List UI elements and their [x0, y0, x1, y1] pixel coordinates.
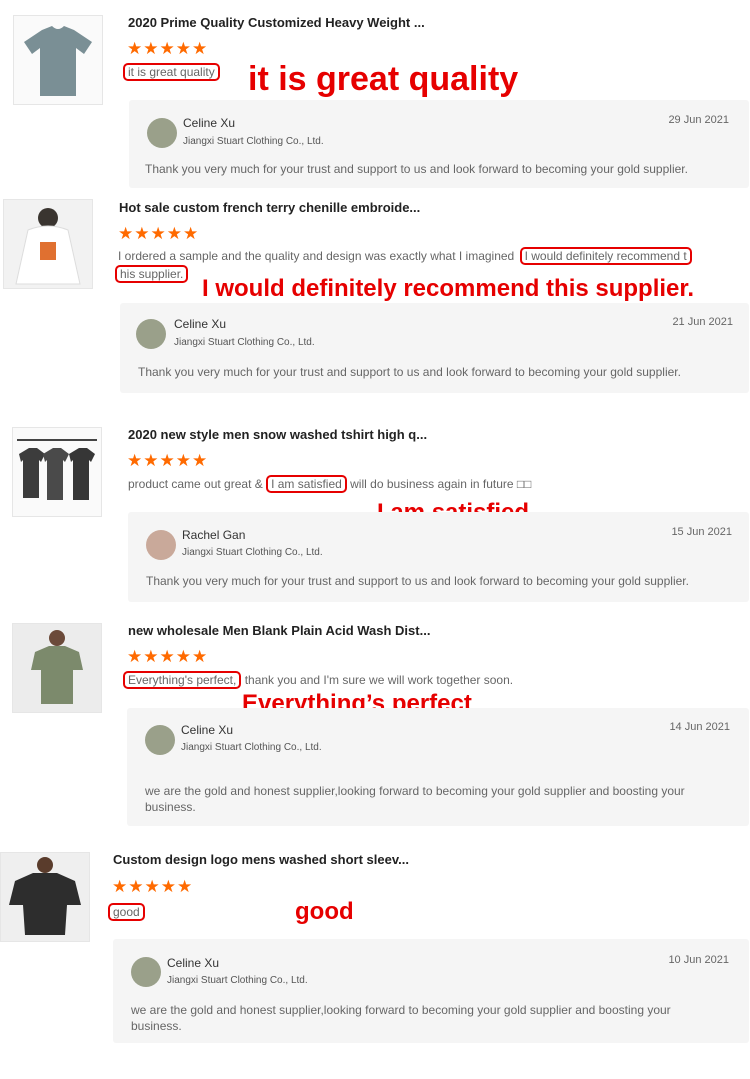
reply-company: Jiangxi Stuart Clothing Co., Ltd.	[183, 136, 324, 147]
avatar-icon	[147, 118, 177, 148]
tshirt-product-image	[13, 624, 101, 712]
supplier-reply: Celine Xu Jiangxi Stuart Clothing Co., L…	[120, 303, 749, 393]
annotation-callout: it is great quality	[248, 60, 519, 98]
reply-text: we are the gold and honest supplier,look…	[131, 1002, 671, 1034]
reply-author: Celine Xu	[181, 723, 234, 737]
hoodie-product-image	[4, 200, 92, 288]
product-title[interactable]: 2020 new style men snow washed tshirt hi…	[128, 427, 427, 442]
product-thumbnail[interactable]	[12, 427, 102, 517]
review-text-highlight: it is great quality	[123, 63, 220, 81]
reply-text-line: business.	[145, 800, 196, 814]
star-rating: ★★★★★	[127, 39, 209, 58]
supplier-reply: Celine Xu Jiangxi Stuart Clothing Co., L…	[113, 939, 749, 1043]
supplier-reply: Celine Xu Jiangxi Stuart Clothing Co., L…	[129, 100, 749, 188]
review-text-highlight: his supplier.	[115, 265, 189, 283]
review-text-highlight: Everything's perfect,	[123, 671, 242, 689]
reply-company: Jiangxi Stuart Clothing Co., Ltd.	[182, 547, 323, 558]
review-text: I ordered a sample and the quality and d…	[118, 247, 692, 265]
review-text-highlight: I would definitely recommend t	[519, 247, 692, 265]
annotation-callout: good	[295, 898, 354, 925]
review-text: Everything's perfect, thank you and I'm …	[123, 671, 514, 689]
review-text: product came out great & I am satisfied …	[128, 475, 532, 493]
reply-author: Rachel Gan	[182, 528, 246, 542]
avatar-icon	[145, 725, 175, 755]
product-thumbnail[interactable]	[0, 852, 90, 942]
review-text: it is great quality	[123, 63, 220, 81]
reply-company: Jiangxi Stuart Clothing Co., Ltd.	[174, 337, 315, 348]
product-title[interactable]: 2020 Prime Quality Customized Heavy Weig…	[128, 15, 425, 30]
reply-date: 21 Jun 2021	[672, 316, 733, 328]
star-rating: ★★★★★	[127, 647, 209, 666]
supplier-reply: Rachel Gan Jiangxi Stuart Clothing Co., …	[128, 512, 749, 602]
reply-text-line: we are the gold and honest supplier,look…	[131, 1003, 671, 1017]
reply-date: 14 Jun 2021	[669, 721, 730, 733]
supplier-reply: Celine Xu Jiangxi Stuart Clothing Co., L…	[127, 708, 749, 826]
review-text-line2: his supplier.	[115, 265, 189, 283]
product-title[interactable]: new wholesale Men Blank Plain Acid Wash …	[128, 623, 430, 638]
review-text-highlight: I am satisfied	[266, 475, 347, 493]
review-text: good	[108, 903, 145, 921]
reply-date: 15 Jun 2021	[671, 526, 732, 538]
product-thumbnail[interactable]	[12, 623, 102, 713]
avatar-icon	[146, 530, 176, 560]
star-rating: ★★★★★	[118, 224, 200, 243]
tshirt-product-image	[13, 428, 101, 516]
tshirt-product-image	[1, 853, 89, 941]
review-text-plain: I ordered a sample and the quality and d…	[118, 249, 515, 263]
annotation-callout: I would definitely recommend this suppli…	[202, 275, 695, 302]
product-title[interactable]: Custom design logo mens washed short sle…	[113, 852, 409, 867]
product-thumbnail[interactable]	[13, 15, 103, 105]
avatar-icon	[131, 957, 161, 987]
reply-text: we are the gold and honest supplier,look…	[145, 783, 685, 815]
review-text-plain: thank you and I'm sure we will work toge…	[244, 673, 514, 687]
reply-company: Jiangxi Stuart Clothing Co., Ltd.	[167, 975, 308, 986]
review-1: 2020 Prime Quality Customized Heavy Weig…	[0, 0, 750, 190]
tshirt-product-image	[14, 16, 102, 104]
review-text-highlight: good	[108, 903, 145, 921]
reply-text-line: business.	[131, 1019, 182, 1033]
review-text-plain: will do business again in future □□	[350, 477, 532, 491]
review-text-plain: product came out great &	[128, 477, 263, 491]
avatar-icon	[136, 319, 166, 349]
review-4: new wholesale Men Blank Plain Acid Wash …	[0, 615, 750, 835]
star-rating: ★★★★★	[112, 877, 194, 896]
reply-author: Celine Xu	[167, 956, 220, 970]
reply-text: Thank you very much for your trust and s…	[145, 162, 688, 176]
review-5: Custom design logo mens washed short sle…	[0, 835, 750, 1079]
reply-date: 10 Jun 2021	[668, 954, 729, 966]
reply-text: Thank you very much for your trust and s…	[138, 365, 681, 379]
review-3: 2020 new style men snow washed tshirt hi…	[0, 405, 750, 615]
product-thumbnail[interactable]	[3, 199, 93, 289]
reply-author: Celine Xu	[174, 317, 227, 331]
reply-author: Celine Xu	[183, 116, 236, 130]
product-title[interactable]: Hot sale custom french terry chenille em…	[119, 200, 420, 215]
reply-company: Jiangxi Stuart Clothing Co., Ltd.	[181, 742, 322, 753]
reply-text: Thank you very much for your trust and s…	[146, 574, 689, 588]
reply-text-line: we are the gold and honest supplier,look…	[145, 784, 685, 798]
star-rating: ★★★★★	[127, 451, 209, 470]
review-2: Hot sale custom french terry chenille em…	[0, 190, 750, 405]
reply-date: 29 Jun 2021	[668, 114, 729, 126]
